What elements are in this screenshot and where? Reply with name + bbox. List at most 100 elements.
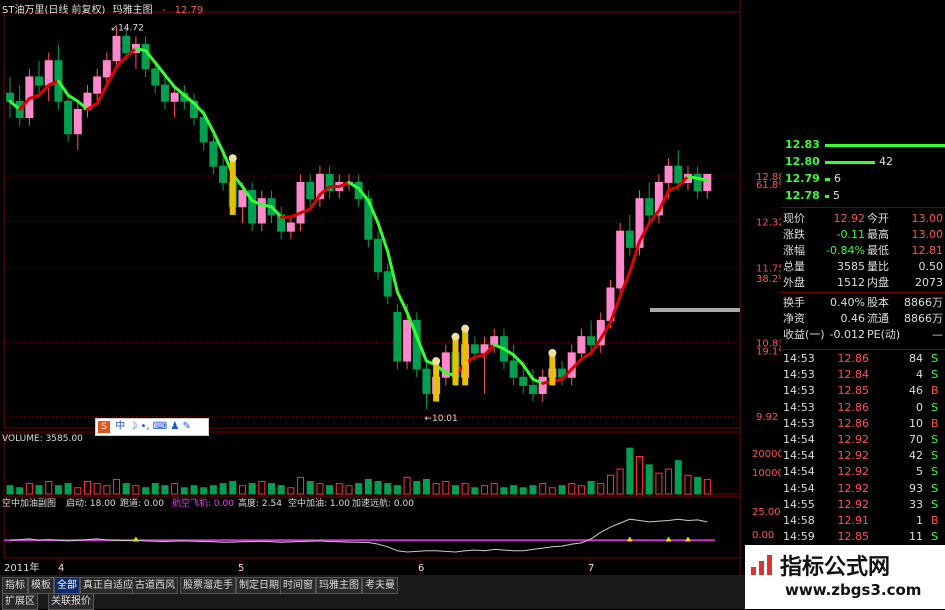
volume-bar [674, 460, 682, 495]
candle [248, 182, 257, 232]
stat-label: 涨跌 [783, 228, 805, 241]
volume-bar [519, 487, 527, 495]
signal-bar [229, 160, 236, 215]
separator [781, 292, 945, 293]
volume-bar [568, 483, 576, 495]
volume-bar [481, 485, 489, 495]
candle-body [528, 384, 537, 394]
tab-9[interactable]: 考夫曼 [362, 577, 398, 594]
trade-volume: 46 [909, 384, 923, 398]
trade-time: 14:53 [783, 384, 815, 398]
volume-bars: VOLUME: 3585.00 20000 10000 [2, 434, 784, 495]
moon-icon[interactable]: ☽ [128, 421, 137, 432]
tab-8[interactable]: 玛雅主图 [316, 577, 362, 594]
x-tick-label: 2011年 [4, 561, 39, 574]
trade-side: S [931, 530, 938, 544]
stat-value: -0.11 [836, 228, 865, 241]
candle-body [170, 92, 179, 102]
orderbook-bar [825, 144, 945, 147]
candle-body [538, 376, 547, 394]
stat-label: 最高 [867, 228, 889, 241]
tab-6[interactable]: 制定日期 [236, 577, 282, 594]
price-marker-bar [650, 308, 740, 312]
volume-bar [258, 481, 266, 495]
comma-icon[interactable]: •, [141, 421, 150, 432]
candle-body [219, 165, 228, 183]
trade-volume: 5 [916, 465, 923, 479]
volume-bar [200, 487, 208, 495]
candle [383, 263, 392, 305]
candle [35, 60, 44, 94]
volume-bar [219, 483, 227, 495]
trade-side: S [931, 433, 938, 446]
trade-row: 14:54 12.92 70 S [781, 432, 945, 448]
stat-value: 0.46 [840, 312, 866, 325]
candle-body [122, 35, 131, 54]
trade-side: S [931, 368, 938, 382]
tab-0[interactable]: 指标 [2, 577, 28, 594]
tab-2[interactable]: 全部 [54, 577, 80, 594]
trade-price: 12.85 [837, 384, 870, 398]
ime-mode[interactable]: 中 [115, 421, 125, 432]
volume-bar [267, 483, 275, 495]
tab-7[interactable]: 时间窗 [280, 577, 316, 594]
trade-price: 12.86 [837, 352, 870, 365]
wrench-icon[interactable]: ✎ [183, 421, 191, 432]
user-icon[interactable]: ♟ [170, 421, 179, 432]
signal-coin-icon [461, 324, 470, 333]
candle [131, 36, 140, 69]
volume-bar [355, 483, 363, 495]
candle-body [160, 84, 169, 102]
trade-row: 14:53 12.85 46 B [781, 383, 945, 399]
indicator-marker-icon [665, 536, 672, 542]
tab-3[interactable]: 真正自适应 [80, 577, 136, 594]
keyboard-icon[interactable]: ⌨ [153, 421, 167, 432]
candle [190, 93, 199, 126]
candle [325, 166, 334, 199]
trade-volume: 33 [909, 497, 923, 511]
volume-bar [548, 487, 556, 495]
stat-value: 8866万 [904, 312, 943, 325]
trade-price: 12.86 [837, 416, 870, 430]
stock-name: ST油万里(日线 前复权) [2, 5, 106, 16]
ime-logo-icon[interactable]: S [98, 421, 110, 433]
trade-time: 14:53 [783, 416, 815, 430]
stat-value: 1512 [837, 276, 865, 289]
candle-body [393, 311, 402, 362]
ime-toolbar[interactable]: S 中 ☽ •, ⌨ ♟ ✎ [95, 418, 209, 436]
stat-value: 13.00 [911, 212, 944, 225]
volume-bar [413, 481, 421, 495]
candle [160, 76, 169, 110]
tab2-1[interactable]: 关联报价 [48, 593, 94, 610]
trade-side: S [931, 400, 938, 414]
candle-body [73, 108, 82, 135]
signal-bar [462, 330, 469, 386]
tab-5[interactable]: 股票溜走手 [180, 577, 236, 594]
trade-row: 14:53 12.86 84 S [781, 351, 945, 367]
volume-bar [335, 483, 343, 495]
indicator-label: 加速远航: 0.00 [352, 497, 414, 509]
indicator-marker-icon [684, 536, 691, 542]
stat-row: 涨跌 -0.11 最高 13.00 [781, 227, 945, 243]
tab-1[interactable]: 模板 [28, 577, 54, 594]
stat-value: -0.84% [826, 244, 865, 257]
indicator-label: 启动: 18.00 [66, 497, 116, 509]
stat-row: 收益(一) -0.012 PE(动) — [781, 327, 945, 343]
tab2-0[interactable]: 扩展区 [2, 593, 38, 610]
indicator-label: 空中加油: 1.00 [288, 497, 350, 509]
volume-bar [35, 485, 43, 495]
candle-body [35, 76, 44, 86]
tab-4[interactable]: 古道西风 [132, 577, 178, 594]
volume-bar [471, 487, 479, 495]
candle [422, 361, 431, 409]
maya-segment [579, 351, 593, 361]
stat-row: 涨幅 -0.84% 最低 12.81 [781, 243, 945, 259]
stat-label: 现价 [783, 212, 805, 225]
indicator-tick: 25.00 [752, 507, 781, 518]
candle [703, 173, 712, 199]
candle-body [509, 360, 518, 378]
maya-segment [696, 176, 709, 182]
volume-bar [461, 483, 469, 495]
candle [6, 76, 14, 118]
trade-side: S [931, 481, 938, 495]
